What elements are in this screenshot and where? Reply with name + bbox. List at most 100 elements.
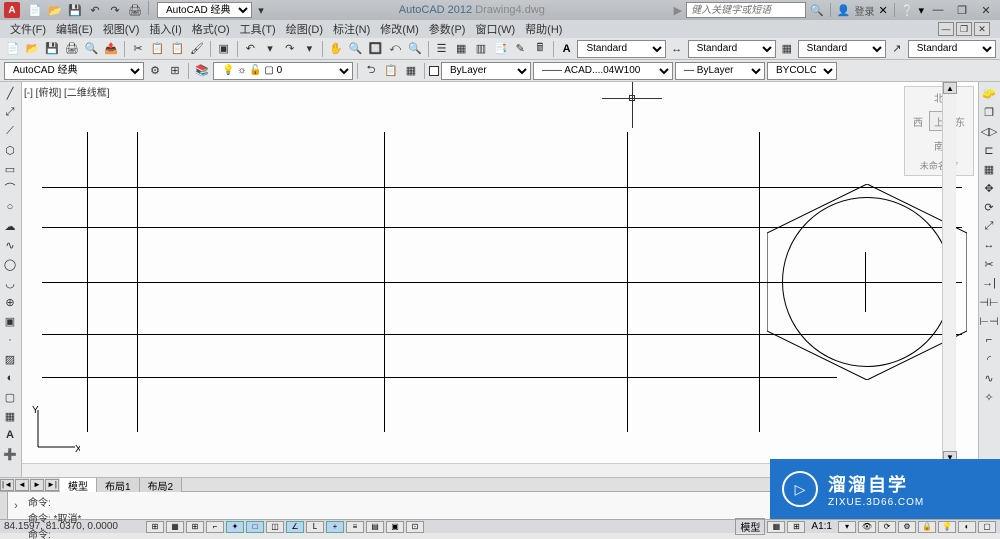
sheetset-icon[interactable]: 📑 (492, 40, 510, 58)
join-icon[interactable]: ⊢⊣ (980, 312, 998, 330)
polar-icon[interactable]: ✦ (226, 521, 244, 533)
osnap-icon[interactable]: □ (246, 521, 264, 533)
cmdline-history-icon[interactable]: › (8, 492, 24, 519)
lineweight-dropdown[interactable]: — ByLayer (675, 62, 765, 80)
rectangle-icon[interactable]: ▭ (1, 160, 19, 178)
chevron-down-icon[interactable]: ▾ (261, 40, 279, 58)
color-dropdown[interactable]: ByLayer (441, 62, 531, 80)
hardware-accel-icon[interactable]: 💡 (938, 521, 956, 533)
annoautoscale-icon[interactable]: ⟳ (878, 521, 896, 533)
search-input[interactable] (686, 2, 806, 18)
isolate-icon[interactable]: ◐ (958, 521, 976, 533)
lwt-icon[interactable]: ≡ (346, 521, 364, 533)
save-icon[interactable]: 💾 (66, 1, 84, 19)
layer-properties-icon[interactable]: 📚 (193, 62, 211, 80)
save-icon[interactable]: 💾 (43, 40, 61, 58)
menu-file[interactable]: 文件(F) (10, 21, 46, 37)
ellipse-icon[interactable]: ◯ (1, 255, 19, 273)
dim-style-icon[interactable]: ↔ (668, 40, 686, 58)
quickcalc-icon[interactable]: 🖩 (531, 40, 549, 58)
menu-window[interactable]: 窗口(W) (475, 21, 515, 37)
layer-dropdown[interactable]: 💡 ☼ 🔓 ▢ 0 (213, 62, 353, 80)
user-icon[interactable]: 👤 (837, 4, 851, 17)
matchprop-icon[interactable]: 🖌 (188, 40, 206, 58)
erase-icon[interactable]: 🧽 (980, 84, 998, 102)
color-swatch[interactable] (429, 66, 439, 76)
tpy-icon[interactable]: ▤ (366, 521, 384, 533)
trim-icon[interactable]: ✂ (980, 255, 998, 273)
explode-icon[interactable]: ✧ (980, 388, 998, 406)
modelspace-label[interactable]: 模型 (735, 518, 765, 535)
print-icon[interactable]: 🖨 (126, 1, 144, 19)
autocad-logo-icon[interactable]: A (4, 2, 20, 18)
annoscale-icon[interactable]: ▾ (838, 521, 856, 533)
pan-icon[interactable]: ✋ (327, 40, 345, 58)
text-style-icon[interactable]: A (558, 40, 576, 58)
layer-state-icon[interactable]: 📋 (382, 62, 400, 80)
zoom-window-icon[interactable]: 🔲 (367, 40, 385, 58)
mirror-icon[interactable]: ◁▷ (980, 122, 998, 140)
undo-icon[interactable]: ↶ (242, 40, 260, 58)
drawing-canvas[interactable]: X Y 北 西 上 东 南 未命名 ▽ (22, 82, 978, 463)
new-icon[interactable]: 📄 (26, 1, 44, 19)
tab-model[interactable]: 模型 (60, 478, 97, 492)
toolpalette-icon[interactable]: ▥ (472, 40, 490, 58)
annovisibility-icon[interactable]: 👁 (858, 521, 876, 533)
block-editor-icon[interactable]: ▣ (215, 40, 233, 58)
menu-draw[interactable]: 绘图(D) (286, 21, 323, 37)
doc-minimize-icon[interactable]: — (938, 22, 954, 36)
line-icon[interactable]: ╱ (1, 84, 19, 102)
workspace-dropdown-2[interactable]: AutoCAD 经典 (4, 62, 144, 80)
vertical-scrollbar[interactable]: ▲ ▼ (942, 82, 956, 463)
print-icon[interactable]: 🖨 (63, 40, 81, 58)
publish-icon[interactable]: 📤 (102, 40, 120, 58)
fillet-icon[interactable]: ◜ (980, 350, 998, 368)
hatch-icon[interactable]: ▨ (1, 350, 19, 368)
grip-icon[interactable] (0, 492, 8, 519)
menu-help[interactable]: 帮助(H) (525, 21, 562, 37)
redo-icon[interactable]: ↷ (106, 1, 124, 19)
doc-close-icon[interactable]: ✕ (974, 22, 990, 36)
ortho-icon[interactable]: ⌐ (206, 521, 224, 533)
chevron-right-icon[interactable]: ▶ (674, 4, 682, 17)
offset-icon[interactable]: ⊏ (980, 141, 998, 159)
viewport-label[interactable]: [-] [俯视] [二维线框] (24, 84, 110, 99)
scale-icon[interactable]: ⤢ (980, 217, 998, 235)
revcloud-icon[interactable]: ☁ (1, 217, 19, 235)
tab-layout1[interactable]: 布局1 (97, 478, 140, 492)
grid-icon[interactable]: ⊞ (186, 521, 204, 533)
markup-icon[interactable]: ✎ (511, 40, 529, 58)
point-icon[interactable]: · (1, 331, 19, 349)
tab-prev-icon[interactable]: ◄ (15, 479, 29, 491)
designcenter-icon[interactable]: ▦ (452, 40, 470, 58)
new-icon[interactable]: 📄 (4, 40, 22, 58)
plotstyle-dropdown[interactable]: BYCOLOR (767, 62, 837, 80)
cut-icon[interactable]: ✂ (129, 40, 147, 58)
table-icon[interactable]: ▦ (1, 407, 19, 425)
addselected-icon[interactable]: ➕ (1, 445, 19, 463)
restore-window-icon[interactable]: ❐ (952, 2, 972, 18)
sc-icon[interactable]: ⊡ (406, 521, 424, 533)
insertblock-icon[interactable]: ⊕ (1, 293, 19, 311)
zoom-previous-icon[interactable]: ⤺ (386, 40, 404, 58)
snap-icon[interactable]: ▦ (166, 521, 184, 533)
menu-format[interactable]: 格式(O) (192, 21, 230, 37)
gradient-icon[interactable]: ◐ (1, 369, 19, 387)
region-icon[interactable]: ▢ (1, 388, 19, 406)
dimstyle-dropdown[interactable]: Standard (688, 40, 776, 58)
viewcube-west[interactable]: 西 (913, 114, 923, 129)
menu-parametric[interactable]: 参数(P) (429, 21, 466, 37)
viewcube[interactable]: 北 西 上 东 南 未命名 ▽ (904, 86, 974, 176)
zoom-icon[interactable]: 🔍 (406, 40, 424, 58)
xline-icon[interactable]: ⤢ (1, 103, 19, 121)
otrack-icon[interactable]: ∠ (286, 521, 304, 533)
tab-last-icon[interactable]: ►| (45, 479, 59, 491)
menu-tools[interactable]: 工具(T) (240, 21, 276, 37)
login-link[interactable]: 登录 (855, 3, 875, 18)
drawing-viewport[interactable]: [-] [俯视] [二维线框] (22, 82, 978, 477)
open-icon[interactable]: 📂 (46, 1, 64, 19)
workspace-dropdown[interactable]: AutoCAD 经典 (157, 2, 252, 18)
arc-icon[interactable]: ⌒ (1, 179, 19, 197)
preview-icon[interactable]: 🔍 (83, 40, 101, 58)
paste-icon[interactable]: 📋 (168, 40, 186, 58)
